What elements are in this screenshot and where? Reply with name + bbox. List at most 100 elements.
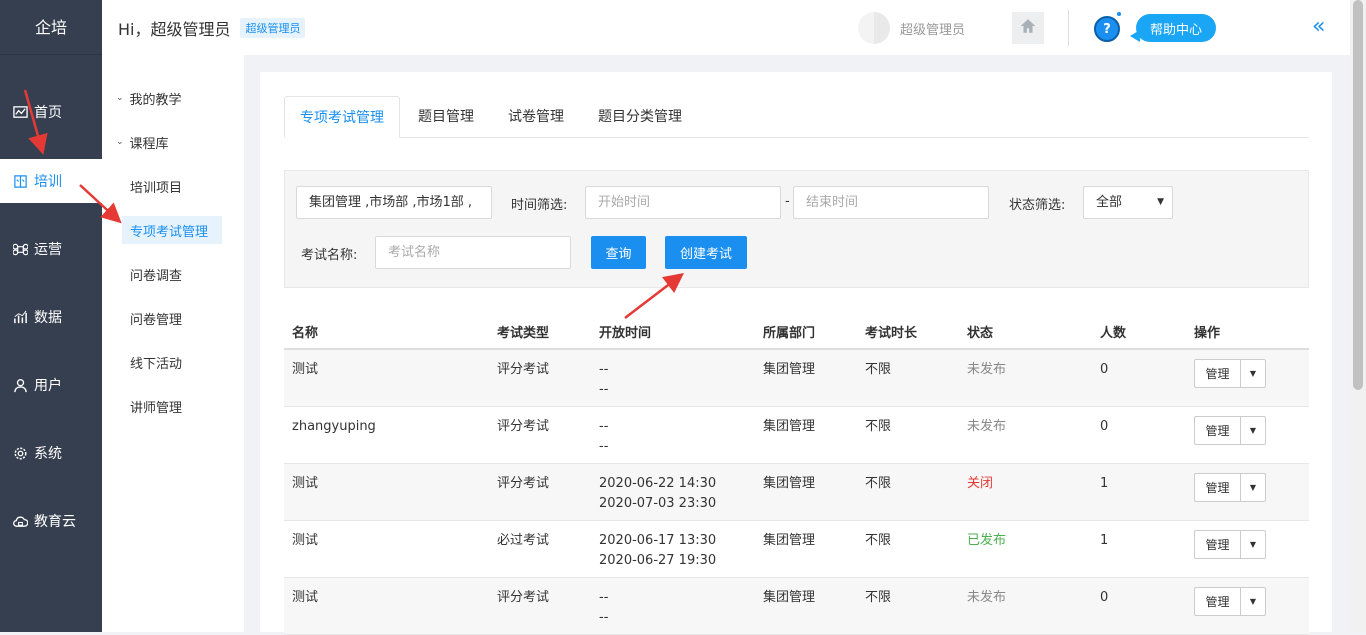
user-icon <box>12 377 28 393</box>
caret-down-icon[interactable]: ▼ <box>1241 360 1265 387</box>
column-header[interactable]: 名称 <box>292 322 318 341</box>
end-time-input[interactable]: 结束时间 <box>793 186 989 219</box>
dropdown-arrow-icon: ▼ <box>1157 197 1164 207</box>
username[interactable]: 超级管理员 <box>900 19 965 38</box>
cell-dept: 集团管理 <box>763 476 816 491</box>
caret-down-icon[interactable]: ▼ <box>1241 531 1265 558</box>
manage-button[interactable]: 管理 <box>1195 417 1241 444</box>
collapse-sidebar-icon[interactable]: « <box>1312 14 1326 39</box>
manage-button[interactable]: 管理 <box>1195 474 1241 501</box>
status-select[interactable]: 全部 ▼ <box>1083 186 1173 219</box>
nav-item-label: 培训 <box>34 174 62 190</box>
cell-count: 1 <box>1100 533 1109 548</box>
cell-status: 关闭 <box>967 476 994 491</box>
cell-name: zhangyuping <box>292 419 376 434</box>
column-header[interactable]: 人数 <box>1100 322 1126 341</box>
cell-name: 测试 <box>292 533 319 548</box>
cell-type: 评分考试 <box>497 362 550 377</box>
cell-count: 1 <box>1100 476 1109 491</box>
cell-dept: 集团管理 <box>763 590 816 605</box>
manage-button[interactable]: 管理 <box>1195 531 1241 558</box>
cell-count: 0 <box>1100 362 1109 377</box>
cell-open-time: -- -- <box>599 419 609 454</box>
column-header[interactable]: 所属部门 <box>763 322 815 341</box>
department-select[interactable]: 集团管理 ,市场部 ,市场1部 , <box>296 186 492 219</box>
nav-item-operation[interactable]: 运营 <box>0 227 102 271</box>
column-header[interactable]: 状态 <box>967 322 993 341</box>
caret-down-icon[interactable]: ▼ <box>1241 588 1265 615</box>
tab-question-management[interactable]: 题目管理 <box>403 96 489 138</box>
nav-item-system[interactable]: 系统 <box>0 431 102 475</box>
time-filter-label: 时间筛选: <box>511 198 568 213</box>
filter-panel: 集团管理 ,市场部 ,市场1部 , 时间筛选: 开始时间 - 结束时间 状态筛选… <box>284 170 1309 288</box>
table-row: 测试 评分考试 -- -- 集团管理 不限 未发布 0 管理 ▼ <box>284 350 1309 407</box>
column-header[interactable]: 考试类型 <box>497 322 549 341</box>
caret-down-icon[interactable]: ▼ <box>1241 417 1265 444</box>
help-center-button[interactable]: 帮助中心 <box>1136 14 1216 42</box>
chart-line-icon <box>12 104 28 120</box>
divider <box>1068 10 1069 46</box>
caret-down-icon[interactable]: ▼ <box>1241 474 1265 501</box>
nav-item-edu-cloud[interactable]: 教育云 <box>0 499 102 543</box>
subnav-group-course-lib[interactable]: ⌄ 课程库 <box>102 128 169 156</box>
chevron-down-icon: ⌄ <box>116 93 124 103</box>
cell-open-time: 2020-06-22 14:30 2020-07-03 23:30 <box>599 476 717 511</box>
exam-name-input[interactable]: 考试名称 <box>375 236 571 269</box>
help-icon[interactable]: ? <box>1094 16 1120 42</box>
cell-status: 未发布 <box>967 419 1007 434</box>
cell-duration: 不限 <box>865 590 892 605</box>
start-time-input[interactable]: 开始时间 <box>585 186 781 219</box>
nav-item-label: 运营 <box>34 242 62 258</box>
cell-open-time: -- -- <box>599 590 609 625</box>
command-icon <box>12 241 28 257</box>
cell-status: 已发布 <box>967 533 1007 548</box>
home-button[interactable] <box>1012 12 1044 44</box>
greeting: Hi，超级管理员 <box>118 19 231 39</box>
subnav-group-my-teaching[interactable]: ⌄ 我的教学 <box>102 84 182 112</box>
manage-button[interactable]: 管理 <box>1195 588 1241 615</box>
scrollbar-thumb[interactable] <box>1353 0 1363 390</box>
nav-item-users[interactable]: 用户 <box>0 363 102 407</box>
subnav-item-training-project[interactable]: 培训项目 <box>102 172 182 200</box>
app-logo: 企培 <box>0 0 102 55</box>
role-badge: 超级管理员 <box>240 17 306 38</box>
tab-question-category[interactable]: 题目分类管理 <box>583 96 697 138</box>
content-card: 专项考试管理 题目管理 试卷管理 题目分类管理 集团管理 ,市场部 ,市场1部 … <box>260 72 1332 635</box>
status-filter-label: 状态筛选: <box>1009 198 1066 213</box>
cell-open-time: 2020-06-17 13:30 2020-06-27 19:30 <box>599 533 717 568</box>
subnav-item-offline-activity[interactable]: 线下活动 <box>102 348 182 376</box>
subnav-item-survey[interactable]: 问卷调查 <box>102 260 182 288</box>
table-row: 测试 评分考试 -- -- 集团管理 不限 未发布 0 管理 ▼ <box>284 578 1309 635</box>
nav-item-home[interactable]: 首页 <box>0 90 102 134</box>
table-header: 名称 考试类型 开放时间 所属部门 考试时长 状态 人数 操作 <box>284 308 1309 350</box>
subnav-item-exam-management[interactable]: 专项考试管理 <box>122 216 222 244</box>
subnav-item-survey-management[interactable]: 问卷管理 <box>102 304 182 332</box>
book-icon <box>12 173 28 189</box>
cloud-icon <box>12 513 28 529</box>
query-button[interactable]: 查询 <box>591 236 646 269</box>
cell-type: 评分考试 <box>497 590 550 605</box>
create-exam-button[interactable]: 创建考试 <box>665 236 747 269</box>
gear-icon <box>12 445 28 461</box>
main-sidebar: 企培 首页 培训 运营 数据 用户 系统 教育云 <box>0 0 102 632</box>
cell-status: 未发布 <box>967 590 1007 605</box>
manage-button[interactable]: 管理 <box>1195 360 1241 387</box>
cell-dept: 集团管理 <box>763 419 816 434</box>
table-row: 测试 评分考试 2020-06-22 14:30 2020-07-03 23:30… <box>284 464 1309 521</box>
page-scrollbar[interactable] <box>1350 0 1366 632</box>
cell-count: 0 <box>1100 590 1109 605</box>
nav-item-training[interactable]: 培训 <box>0 159 102 203</box>
column-header[interactable]: 考试时长 <box>865 322 917 341</box>
column-header[interactable]: 开放时间 <box>599 322 651 341</box>
nav-item-label: 教育云 <box>34 514 76 530</box>
column-header[interactable]: 操作 <box>1194 322 1220 341</box>
exam-name-label: 考试名称: <box>301 248 358 263</box>
tab-exam-management[interactable]: 专项考试管理 <box>284 96 400 138</box>
nav-item-data[interactable]: 数据 <box>0 295 102 339</box>
avatar[interactable] <box>858 12 890 44</box>
table-row: zhangyuping 评分考试 -- -- 集团管理 不限 未发布 0 管理 ▼ <box>284 407 1309 464</box>
cell-name: 测试 <box>292 476 319 491</box>
range-dash: - <box>785 194 790 209</box>
tab-paper-management[interactable]: 试卷管理 <box>493 96 579 138</box>
subnav-item-lecturer-management[interactable]: 讲师管理 <box>102 392 182 420</box>
